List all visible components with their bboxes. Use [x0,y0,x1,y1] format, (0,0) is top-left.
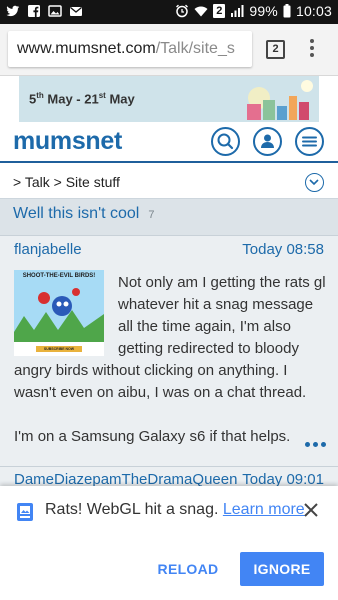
site-header: mumsnet [0,123,338,163]
breadcrumb: > Talk > Site stuff [0,165,338,199]
search-button[interactable] [211,127,240,156]
reload-button[interactable]: RELOAD [150,552,226,586]
breadcrumb-talk[interactable]: Talk [25,174,50,190]
webgl-warning-icon [17,503,33,521]
breadcrumb-separator: > [13,174,25,190]
mail-icon [70,6,82,16]
post-author[interactable]: DameDiazepamTheDramaQueen [14,471,237,486]
infobar-message: Rats! WebGL hit a snag. [45,501,219,518]
ad-banner[interactable]: 5th May - 21st May [19,76,319,122]
ad-text: 5th May - 21st May [29,91,135,107]
status-bar: 2 99% 10:03 [0,0,338,24]
search-icon [217,133,234,150]
url-path: /Talk/site_s [155,40,235,57]
wifi-icon [194,6,208,17]
user-icon [261,134,274,148]
post-more-options-button[interactable] [305,442,326,447]
breadcrumb-expand-button[interactable] [305,173,324,192]
hamburger-menu-icon [302,136,317,147]
sim-slot-indicator: 2 [213,4,226,18]
ignore-button[interactable]: IGNORE [240,552,324,586]
thread-title-text: Well this isn't cool [13,205,140,222]
post-paragraph: I'm on a Samsung Galaxy s6 if that helps… [14,428,291,445]
webgl-infobar: Rats! WebGL hit a snag. Learn more RELOA… [0,486,338,600]
thread-content: Well this isn't cool 7 flanjabelle Today … [0,199,338,471]
facebook-icon [28,5,40,17]
thread-title: Well this isn't cool 7 [13,205,154,223]
ad-banner-area: 5th May - 21st May [0,76,338,123]
post-author[interactable]: flanjabelle [14,241,82,258]
browser-menu-button[interactable] [309,39,315,61]
url-bar[interactable]: www.mumsnet.com/Talk/site_s [8,31,252,67]
clock: 10:03 [295,3,332,19]
signal-icon [231,5,244,17]
battery-icon [283,4,291,18]
site-logo[interactable]: mumsnet [13,127,122,156]
main-menu-button[interactable] [295,127,324,156]
photos-icon [48,5,62,17]
breadcrumb-separator: > [53,174,66,190]
tab-switcher-button[interactable]: 2 [266,40,285,59]
twitter-icon [6,5,20,17]
post-time: Today 09:01 [242,471,324,486]
post: flanjabelle Today 08:58 SHOOT-THE-EVIL B… [0,235,338,471]
battery-percent: 99% [249,3,278,19]
account-button[interactable] [253,127,282,156]
post-body: Not only am I getting the rats gl whatev… [14,272,326,470]
learn-more-link[interactable]: Learn more [223,501,305,518]
thread-message-count: 7 [148,209,155,221]
breadcrumb-site-stuff[interactable]: Site stuff [66,174,120,190]
post-time: Today 08:58 [242,241,324,258]
close-icon[interactable] [303,502,319,518]
next-post: DameDiazepamTheDramaQueen Today 09:01 [0,466,338,486]
chevron-down-icon [309,179,319,186]
url-host: www.mumsnet.com [17,40,156,57]
alarm-icon [176,4,189,18]
ad-products-image [247,80,313,120]
browser-toolbar: www.mumsnet.com/Talk/site_s 2 [0,24,338,76]
